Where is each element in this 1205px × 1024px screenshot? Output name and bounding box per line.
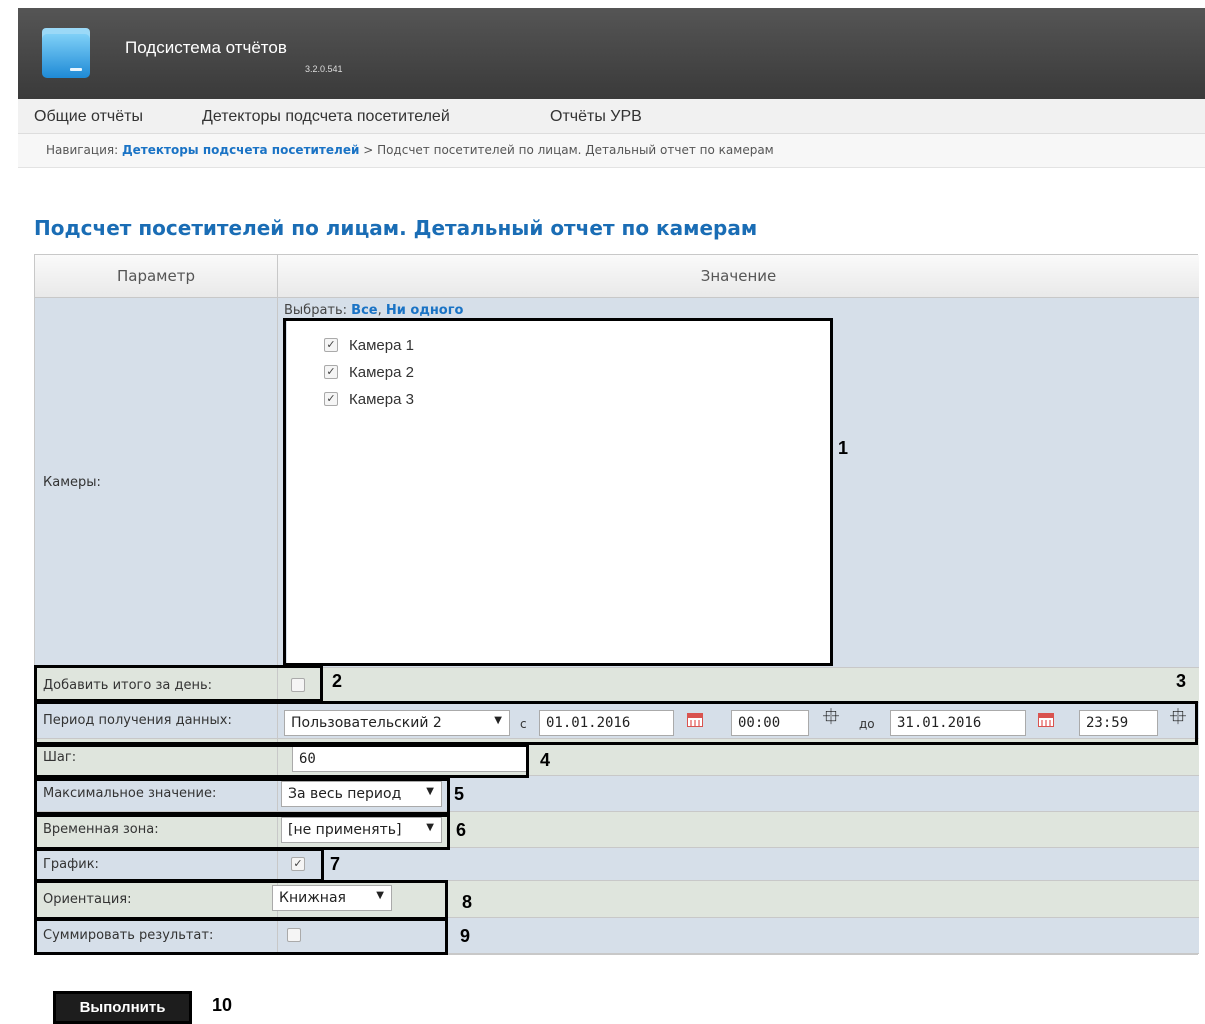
callout-10: 10	[212, 995, 233, 1015]
select-comma: ,	[377, 303, 386, 318]
select-all-link[interactable]: Все	[351, 303, 377, 318]
breadcrumb-current: Подсчет посетителей по лицам. Детальный …	[377, 143, 774, 157]
highlight-box-4	[34, 744, 529, 778]
breadcrumb-prefix: Навигация:	[46, 143, 122, 157]
daily-total-value	[278, 668, 1199, 703]
app-header: Подсистема отчётов 3.2.0.541	[18, 8, 1205, 99]
highlight-box-5	[34, 778, 450, 815]
column-header-value: Значение	[278, 255, 1199, 298]
highlight-box-7	[34, 848, 324, 882]
chart-value: ✓	[278, 848, 1199, 881]
highlight-box-3	[34, 701, 1198, 745]
highlight-box-2	[34, 665, 323, 702]
callout-4: 4	[540, 750, 551, 770]
main-menu: Общие отчёты Детекторы подсчета посетите…	[18, 99, 1205, 134]
callout-5: 5	[454, 784, 465, 804]
breadcrumb-separator: >	[359, 143, 378, 157]
menu-item-visitor-detectors[interactable]: Детекторы подсчета посетителей	[202, 108, 450, 126]
callout-2: 2	[332, 671, 343, 691]
highlight-box-9	[34, 918, 448, 955]
callout-8: 8	[462, 892, 473, 912]
menu-item-time-reports[interactable]: Отчёты УРВ	[550, 108, 642, 126]
select-none-link[interactable]: Ни одного	[386, 303, 464, 318]
app-version: 3.2.0.541	[305, 64, 343, 74]
highlight-box-6	[34, 814, 450, 850]
highlight-box-1	[283, 318, 833, 666]
callout-3: 3	[1176, 671, 1187, 691]
callout-1: 1	[838, 438, 849, 458]
breadcrumb-link[interactable]: Детекторы подсчета посетителей	[122, 143, 359, 157]
select-prefix: Выбрать:	[284, 303, 352, 318]
page-title: Подсчет посетителей по лицам. Детальный …	[34, 216, 758, 240]
breadcrumb: Навигация: Детекторы подсчета посетителе…	[18, 134, 1205, 168]
run-button[interactable]: Выполнить	[53, 991, 192, 1024]
menu-item-general-reports[interactable]: Общие отчёты	[34, 108, 143, 126]
callout-9: 9	[460, 926, 471, 946]
folder-icon	[42, 28, 90, 78]
callout-7: 7	[330, 854, 341, 874]
highlight-box-8	[34, 880, 448, 920]
cameras-label: Камеры:	[35, 298, 278, 668]
camera-select-links: Выбрать: Все, Ни одного	[284, 303, 463, 318]
callout-6: 6	[456, 820, 467, 840]
column-header-param: Параметр	[35, 255, 278, 298]
app-title: Подсистема отчётов	[125, 38, 287, 57]
